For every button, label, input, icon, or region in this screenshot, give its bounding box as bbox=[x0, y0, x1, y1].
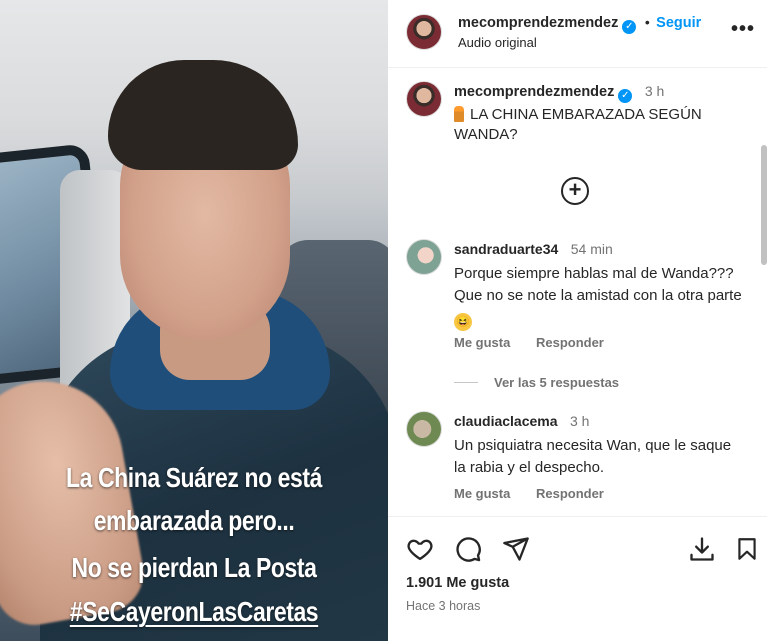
caption-text: LA CHINA EMBARAZADA SEGÚN WANDA? bbox=[454, 105, 744, 145]
author-avatar[interactable] bbox=[406, 14, 442, 50]
verified-badge-icon: ✓ bbox=[618, 89, 633, 103]
reply-comment-button[interactable]: Responder bbox=[536, 486, 604, 501]
torch-emoji-icon bbox=[454, 106, 464, 122]
audio-link[interactable]: Audio original bbox=[458, 35, 537, 50]
comment-text-content: Porque siempre hablas mal de Wanda??? Qu… bbox=[454, 265, 742, 304]
bookmark-icon[interactable] bbox=[734, 535, 760, 563]
load-more-comments-icon[interactable]: + bbox=[561, 177, 589, 205]
caption-head: mecomprendezmendez ✓ 3 h bbox=[454, 83, 664, 103]
post-header: mecomprendezmendez ✓ • Seguir Audio origi… bbox=[388, 0, 767, 68]
video-caption-line-1: La China Suárez no está bbox=[66, 462, 322, 493]
share-icon[interactable] bbox=[502, 535, 530, 563]
commenter-avatar[interactable] bbox=[406, 239, 442, 275]
video-caption-line-2: embarazada pero... bbox=[93, 505, 295, 536]
heart-icon[interactable] bbox=[406, 535, 434, 563]
more-horizontal-icon[interactable]: ••• bbox=[731, 18, 755, 41]
post-date: Hace 3 horas bbox=[406, 599, 481, 613]
header-name-row: mecomprendezmendez ✓ • Seguir bbox=[458, 14, 701, 34]
view-replies-label: Ver las 5 respuestas bbox=[494, 375, 620, 390]
verified-badge-icon: ✓ bbox=[622, 20, 637, 34]
caption-author-username[interactable]: mecomprendezmendez bbox=[454, 84, 614, 100]
scrollbar[interactable] bbox=[761, 145, 767, 265]
comment-head: sandraduarte34 54 min bbox=[454, 241, 613, 259]
commenter-avatar[interactable] bbox=[406, 411, 442, 447]
comment-time: 3 h bbox=[569, 413, 590, 429]
comment-text: Porque siempre hablas mal de Wanda??? Qu… bbox=[454, 263, 744, 331]
view-replies-button[interactable]: Ver las 5 respuestas bbox=[454, 375, 619, 390]
follow-button[interactable]: Seguir bbox=[656, 15, 701, 31]
caption-author-avatar[interactable] bbox=[406, 81, 442, 117]
likes-count[interactable]: 1.901 Me gusta bbox=[406, 575, 509, 591]
like-comment-button[interactable]: Me gusta bbox=[454, 486, 510, 501]
commenter-username[interactable]: sandraduarte34 bbox=[454, 241, 558, 257]
replies-divider bbox=[454, 382, 478, 383]
laughing-emoji-icon: 😆 bbox=[454, 313, 472, 331]
caption-time: 3 h bbox=[644, 83, 665, 99]
comment-actions: Me gusta Responder bbox=[454, 335, 626, 350]
author-username[interactable]: mecomprendezmendez bbox=[458, 15, 618, 31]
download-icon[interactable] bbox=[688, 535, 716, 563]
caption-text-content: LA CHINA EMBARAZADA SEGÚN WANDA? bbox=[454, 106, 702, 143]
video-caption-line-3: No se pierdan La Posta bbox=[71, 552, 317, 583]
comment-icon[interactable] bbox=[454, 535, 482, 563]
comment-text: Un psiquiatra necesita Wan, que le saque… bbox=[454, 437, 732, 476]
reply-comment-button[interactable]: Responder bbox=[536, 335, 604, 350]
comment-head: claudiaclacema 3 h bbox=[454, 413, 589, 431]
commenter-username[interactable]: claudiaclacema bbox=[454, 413, 558, 429]
comment-time: 54 min bbox=[570, 241, 613, 257]
reel-video[interactable]: La China Suárez no está embarazada pero.… bbox=[0, 0, 388, 641]
post-footer: 1.901 Me gusta Hace 3 horas bbox=[388, 516, 767, 641]
post-side-panel: mecomprendezmendez ✓ • Seguir Audio origi… bbox=[388, 0, 767, 641]
video-caption-hashtag[interactable]: #SeCayeronLasCaretas bbox=[35, 596, 353, 628]
separator-dot: • bbox=[644, 14, 650, 30]
like-comment-button[interactable]: Me gusta bbox=[454, 335, 510, 350]
comment-actions: Me gusta Responder bbox=[454, 486, 626, 501]
comments-scroll-area[interactable]: mecomprendezmendez ✓ 3 h LA CHINA EMBARAZ… bbox=[388, 69, 767, 516]
